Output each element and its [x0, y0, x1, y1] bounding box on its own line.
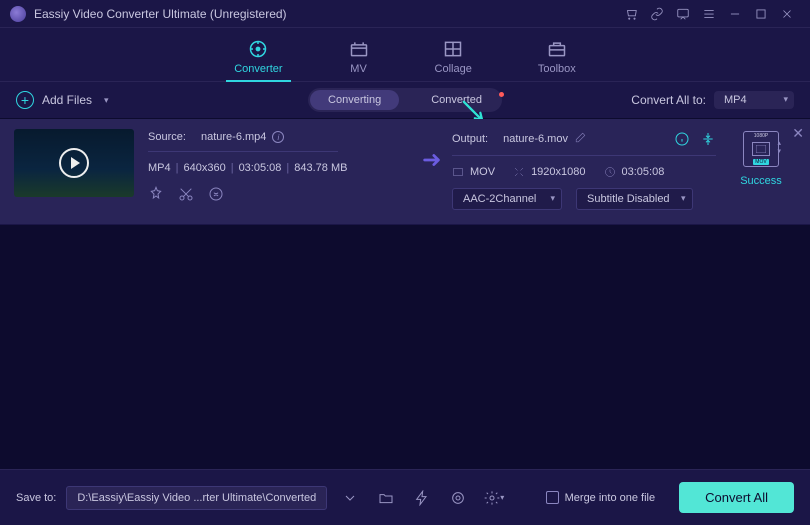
status-pills: Converting Converted	[308, 88, 502, 112]
cart-icon[interactable]	[618, 1, 644, 27]
video-thumbnail[interactable]	[14, 129, 134, 197]
gpu-accel-button[interactable]	[409, 485, 435, 511]
output-column: Output: nature-6.mov MOV 1920x1080 03:05…	[452, 129, 716, 210]
minimize-icon[interactable]	[722, 1, 748, 27]
cut-icon[interactable]	[178, 186, 194, 202]
convert-all-format: Convert All to: MP4	[631, 91, 794, 109]
file-row: ✕ Source: nature-6.mp4 i MP4|640x360|03:…	[0, 119, 810, 225]
output-format-column: 1080P MOV ▴▾ Success	[726, 129, 796, 187]
tab-converted[interactable]: Converted	[413, 90, 500, 110]
subtitle-select[interactable]: Subtitle Disabled	[576, 188, 693, 210]
effects-icon[interactable]	[148, 186, 164, 202]
info-icon[interactable]: i	[272, 131, 284, 143]
footer-bar: Save to: D:\Eassiy\Eassiy Video ...rter …	[0, 469, 810, 525]
output-meta: MOV 1920x1080 03:05:08	[452, 166, 716, 178]
settings-button[interactable]: ▾	[481, 485, 507, 511]
collage-icon	[443, 39, 463, 59]
feedback-icon[interactable]	[670, 1, 696, 27]
tab-converting[interactable]: Converting	[310, 90, 399, 110]
toolbox-icon	[547, 39, 567, 59]
add-files-button[interactable]: + Add Files ▾	[16, 91, 109, 109]
source-tools	[148, 186, 412, 202]
status-text: Success	[740, 175, 782, 187]
nav-collage[interactable]: Collage	[427, 39, 480, 81]
high-speed-button[interactable]	[445, 485, 471, 511]
main-nav: Converter MV Collage Toolbox	[0, 28, 810, 82]
path-dropdown-button[interactable]	[337, 485, 363, 511]
sub-toolbar: + Add Files ▾ Converting Converted Conve…	[0, 82, 810, 118]
convert-all-button[interactable]: Convert All	[679, 482, 794, 513]
nav-toolbox[interactable]: Toolbox	[530, 39, 584, 81]
plus-icon: +	[16, 91, 34, 109]
format-select[interactable]: MP4	[714, 91, 794, 109]
source-label: Source: nature-6.mp4 i	[148, 131, 412, 143]
divider	[148, 151, 338, 152]
edit-name-icon[interactable]	[574, 131, 587, 147]
checkbox-icon[interactable]	[546, 491, 559, 504]
audio-select[interactable]: AAC-2Channel	[452, 188, 562, 210]
save-path-input[interactable]: D:\Eassiy\Eassiy Video ...rter Ultimate\…	[66, 486, 327, 510]
arrow-icon	[412, 149, 452, 171]
nav-mv[interactable]: MV	[341, 39, 377, 81]
file-list: ✕ Source: nature-6.mp4 i MP4|640x360|03:…	[0, 118, 810, 469]
save-to-label: Save to:	[16, 492, 56, 504]
output-label: Output: nature-6.mov	[452, 131, 716, 147]
play-icon[interactable]	[59, 148, 89, 178]
mv-icon	[349, 39, 369, 59]
enhance-icon[interactable]	[208, 186, 224, 202]
info-output-icon[interactable]	[674, 131, 690, 147]
merge-checkbox[interactable]: Merge into one file	[546, 491, 656, 504]
output-format-thumb[interactable]: 1080P MOV	[743, 131, 779, 167]
format-chevron-icon[interactable]: ▴▾	[777, 139, 781, 155]
maximize-icon[interactable]	[748, 1, 774, 27]
open-folder-button[interactable]	[373, 485, 399, 511]
chevron-down-icon: ▾	[104, 95, 109, 106]
app-title: Eassiy Video Converter Ultimate (Unregis…	[34, 7, 618, 21]
divider	[452, 155, 716, 156]
link-icon[interactable]	[644, 1, 670, 27]
close-icon[interactable]	[774, 1, 800, 27]
app-logo-icon	[10, 6, 26, 22]
titlebar: Eassiy Video Converter Ultimate (Unregis…	[0, 0, 810, 28]
source-column: Source: nature-6.mp4 i MP4|640x360|03:05…	[148, 129, 412, 202]
compress-icon[interactable]	[700, 131, 716, 147]
source-meta: MP4|640x360|03:05:08|843.78 MB	[148, 162, 412, 174]
menu-icon[interactable]	[696, 1, 722, 27]
film-icon	[752, 142, 770, 156]
converter-icon	[248, 39, 268, 59]
notification-dot-icon	[499, 92, 504, 97]
nav-converter[interactable]: Converter	[226, 39, 290, 81]
